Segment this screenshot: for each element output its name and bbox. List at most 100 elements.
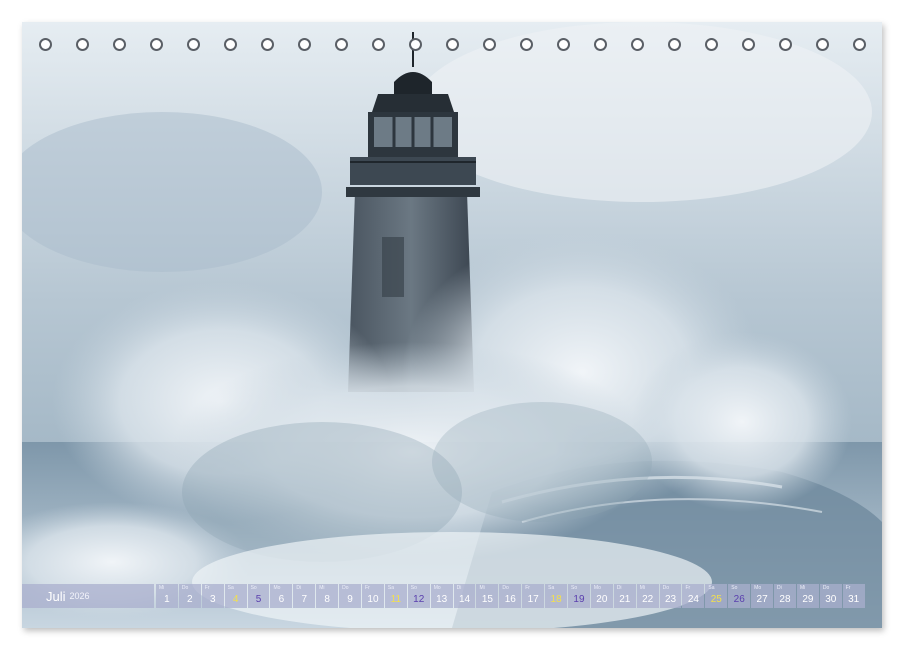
binding-hole	[816, 38, 829, 51]
binding-hole	[150, 38, 163, 51]
day-number: 29	[802, 594, 814, 605]
day-cell: So 19	[568, 584, 590, 608]
binding-hole	[224, 38, 237, 51]
day-number: 9	[347, 594, 353, 605]
weekday-label: So	[410, 585, 417, 591]
weekday-label: Sa	[227, 585, 234, 591]
day-number: 30	[825, 594, 837, 605]
day-cell: Di 28	[774, 584, 796, 608]
day-number: 7	[301, 594, 308, 605]
day-number: 10	[367, 594, 379, 605]
binding-hole	[779, 38, 792, 51]
binding-hole	[446, 38, 459, 51]
day-number: 22	[642, 594, 654, 605]
binding-hole	[631, 38, 644, 51]
day-number: 8	[324, 594, 330, 605]
weekday-label: Mi	[639, 585, 645, 591]
weekday-label: Mi	[319, 585, 325, 591]
weekday-label: Mo	[593, 585, 601, 591]
weekday-label: Mo	[273, 585, 281, 591]
day-cell: Fr 3	[201, 584, 224, 608]
day-cell: Sa 11	[384, 584, 407, 608]
day-cell: Mi 29	[796, 584, 819, 608]
day-number: 13	[436, 594, 448, 605]
day-number: 19	[573, 594, 585, 605]
weekday-label: Fr	[845, 585, 851, 591]
weekday-label: Mo	[433, 585, 441, 591]
calendar-page	[22, 22, 882, 628]
binding-hole	[113, 38, 126, 51]
day-cell: Fr 10	[362, 584, 384, 608]
day-cell: So 5	[247, 584, 270, 608]
weekday-label: Fr	[525, 585, 530, 591]
day-number: 3	[209, 594, 216, 605]
day-cell: Di 21	[613, 584, 636, 608]
day-number: 12	[413, 594, 425, 605]
day-number: 2	[187, 594, 193, 605]
day-number: 17	[527, 594, 539, 605]
weekday-label: Do	[342, 585, 349, 591]
binding-hole	[298, 38, 311, 51]
calendar-strip: Juli 2026 Mi 1 Do 2 Fr 3 Sa 4 So 5 Mo 6 Di 7 Mi 8 Do 9 Fr 1…	[22, 584, 882, 608]
day-cell: Fr 17	[522, 584, 545, 608]
weekday-label: Di	[616, 585, 622, 591]
day-number: 23	[664, 594, 677, 605]
binding-hole	[594, 38, 607, 51]
binding-hole	[39, 38, 52, 51]
weekday-label: Do	[662, 585, 669, 591]
day-cell: Do 16	[499, 584, 522, 608]
day-cell: Mo 27	[751, 584, 774, 608]
day-number: 15	[481, 594, 493, 605]
day-cell: Di 7	[293, 584, 316, 608]
day-cell: Di 14	[453, 584, 476, 608]
day-cell: So 26	[728, 584, 751, 608]
day-cell: Mo 13	[430, 584, 453, 608]
weekday-label: So	[250, 585, 257, 591]
day-cell: Mo 20	[590, 584, 613, 608]
day-number: 21	[619, 594, 631, 605]
weekday-label: Sa	[708, 585, 715, 591]
day-number: 25	[710, 594, 722, 605]
day-row: Mi 1 Do 2 Fr 3 Sa 4 So 5 Mo 6 Di 7 Mi 8 Do 9 Fr 10 Sa 11 So 12 M…	[156, 584, 865, 608]
weekday-label: Sa	[548, 585, 555, 591]
day-cell: Do 9	[339, 584, 362, 608]
day-cell: Mi 1	[156, 584, 178, 608]
weekday-label: Do	[502, 585, 509, 591]
weekday-label: Mi	[479, 585, 485, 591]
weekday-label: Do	[181, 585, 189, 591]
day-number: 26	[733, 594, 745, 605]
day-cell: So 12	[407, 584, 430, 608]
binding-hole	[853, 38, 866, 51]
day-cell: Do 30	[819, 584, 842, 608]
day-number: 27	[756, 594, 768, 605]
weekday-label: Mo	[754, 585, 762, 591]
day-cell: Mi 22	[636, 584, 659, 608]
binding-hole	[261, 38, 274, 51]
weekday-label: So	[571, 585, 578, 591]
day-cell: Sa 25	[705, 584, 728, 608]
binding-hole	[742, 38, 755, 51]
weekday-label: Fr	[685, 585, 691, 591]
binding-hole	[668, 38, 681, 51]
day-cell: Sa 4	[224, 584, 247, 608]
weekday-label: Mi	[159, 585, 165, 591]
day-cell: Mi 15	[476, 584, 499, 608]
weekday-label: Di	[296, 585, 302, 591]
day-cell: Do 23	[659, 584, 682, 608]
binding-hole	[187, 38, 200, 51]
binding-holes	[0, 0, 902, 51]
day-number: 11	[390, 594, 402, 605]
day-number: 14	[458, 594, 471, 605]
month-name: Juli	[46, 588, 66, 604]
day-number: 20	[596, 594, 608, 605]
day-number: 1	[164, 594, 170, 605]
binding-hole	[557, 38, 570, 51]
weekday-label: Do	[822, 585, 830, 591]
binding-hole	[520, 38, 533, 51]
weekday-label: Fr	[365, 585, 370, 591]
day-number: 16	[504, 594, 516, 605]
binding-hole	[705, 38, 718, 51]
day-number: 28	[779, 594, 791, 605]
weekday-label: Di	[777, 585, 782, 591]
weekday-label: Di	[456, 585, 462, 591]
